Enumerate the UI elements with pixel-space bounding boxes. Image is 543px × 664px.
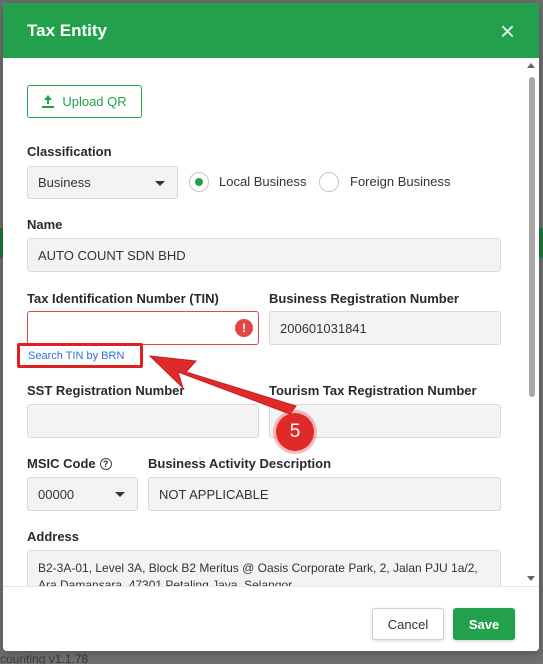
help-icon[interactable]: ? — [99, 458, 112, 470]
brn-value: 200601031841 — [280, 320, 367, 336]
brn-field[interactable]: 200601031841 — [269, 311, 501, 345]
classification-label: Classification — [27, 144, 112, 159]
upload-icon — [42, 94, 55, 108]
save-button[interactable]: Save — [453, 608, 515, 640]
radio-local-business-label[interactable]: Local Business — [219, 174, 306, 189]
dialog-body[interactable]: Upload QR Classification Business Local … — [3, 58, 525, 586]
activity-description-field[interactable]: NOT APPLICABLE — [148, 477, 501, 511]
radio-local-business[interactable] — [189, 172, 209, 192]
error-icon: ! — [235, 319, 253, 337]
name-value: AUTO COUNT SDN BHD — [38, 247, 186, 263]
sst-field[interactable] — [27, 404, 259, 438]
background-footer-text: counting v1.1.78 — [0, 652, 89, 664]
radio-foreign-business[interactable] — [319, 172, 339, 192]
chevron-down-icon — [155, 180, 165, 186]
classification-value: Business — [38, 175, 91, 190]
activity-description-value: NOT APPLICABLE — [159, 486, 269, 502]
name-field[interactable]: AUTO COUNT SDN BHD — [27, 238, 501, 272]
name-label: Name — [27, 217, 63, 232]
brn-label: Business Registration Number — [269, 291, 459, 306]
scroll-up-icon[interactable] — [527, 63, 535, 68]
dialog-footer: Cancel Save — [3, 586, 539, 651]
background-accent — [539, 228, 543, 258]
upload-qr-button[interactable]: Upload QR — [27, 85, 142, 118]
close-icon[interactable]: × — [500, 18, 515, 44]
classification-select[interactable]: Business — [27, 166, 178, 199]
address-label: Address — [27, 529, 80, 544]
tax-entity-dialog: Tax Entity × Upload QR Classification Bu… — [3, 3, 539, 651]
dialog-header: Tax Entity × — [3, 3, 539, 58]
search-tin-by-brn-link[interactable]: Search TIN by BRN — [17, 343, 143, 368]
radio-foreign-business-label[interactable]: Foreign Business — [350, 174, 450, 189]
tin-field[interactable]: ! — [27, 311, 259, 345]
address-line-1: B2-3A-01, Level 3A, Block B2 Meritus @ O… — [38, 561, 478, 575]
address-line-2: Ara Damansara, 47301 Petaling Jaya, Sela… — [38, 578, 293, 586]
cancel-button[interactable]: Cancel — [372, 608, 444, 640]
address-field[interactable]: B2-3A-01, Level 3A, Block B2 Meritus @ O… — [27, 550, 501, 586]
msic-code-value: 00000 — [38, 486, 75, 502]
sst-label: SST Registration Number — [27, 383, 185, 398]
upload-qr-label: Upload QR — [62, 94, 127, 109]
msic-code-label-text: MSIC Code — [27, 456, 96, 471]
msic-code-label: MSIC Code? — [27, 456, 112, 471]
activity-description-label: Business Activity Description — [148, 456, 332, 471]
msic-code-select[interactable]: 00000 — [27, 477, 138, 511]
dialog-title: Tax Entity — [27, 20, 107, 40]
chevron-down-icon — [115, 492, 125, 497]
tourism-tax-label: Tourism Tax Registration Number — [269, 383, 477, 398]
step-number-badge: 5 — [276, 413, 314, 451]
scrollbar-thumb[interactable] — [529, 77, 535, 397]
scroll-down-icon[interactable] — [527, 576, 535, 581]
tin-label: Tax Identification Number (TIN) — [27, 291, 219, 306]
